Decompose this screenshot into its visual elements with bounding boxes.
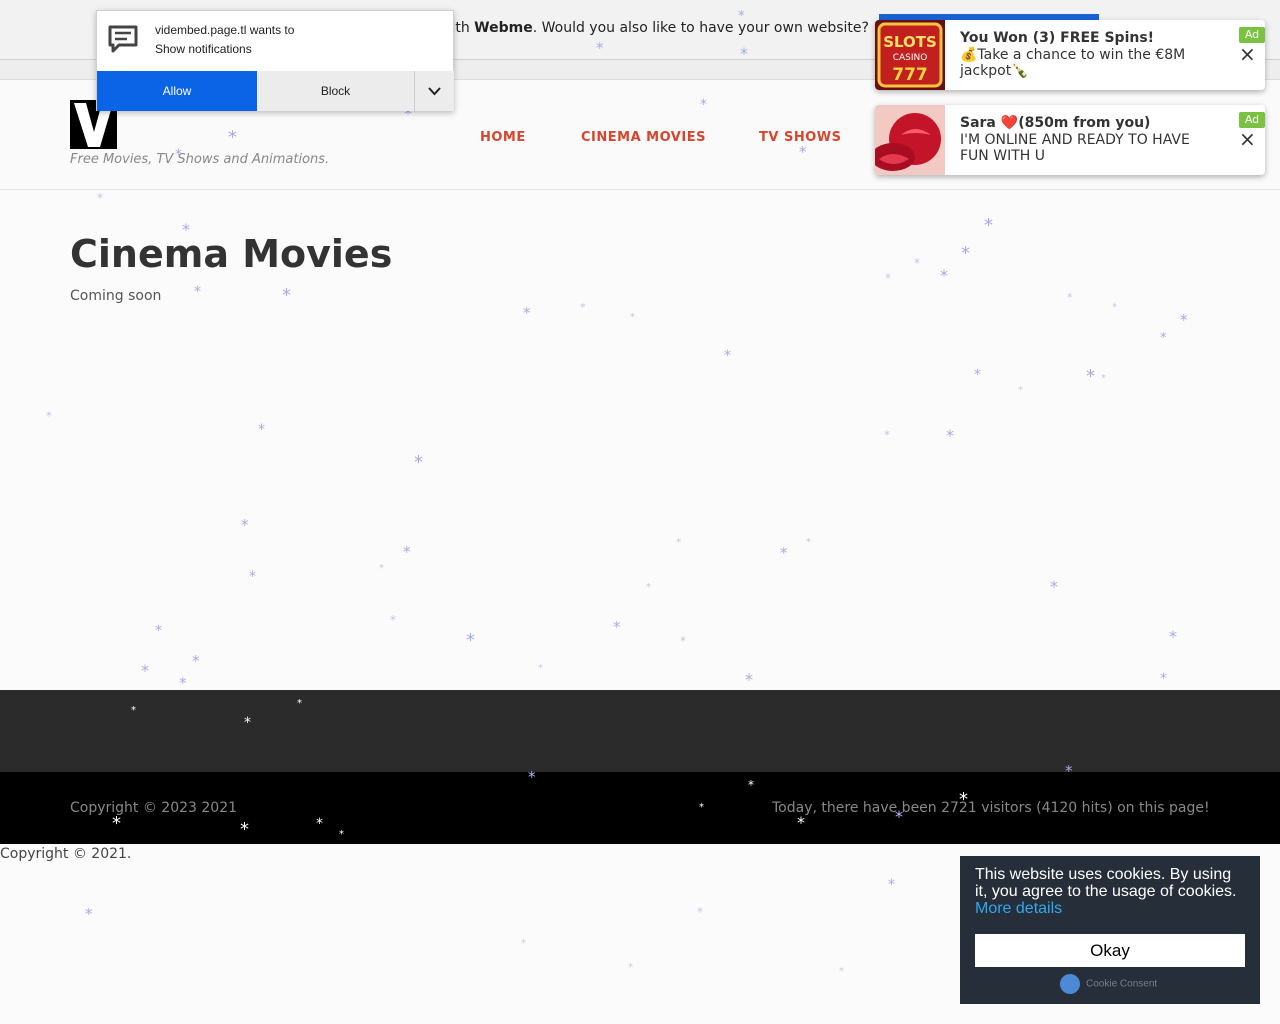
snowflake-icon: *	[888, 877, 895, 893]
snowflake-icon: *	[940, 266, 948, 285]
snowflake-icon: *	[580, 300, 586, 314]
cookie-brand-label: Cookie Consent	[1086, 978, 1158, 990]
notification-message: videmb​ed.page.tl wants to Show notifica…	[155, 21, 294, 59]
snowflake-icon: *	[390, 613, 396, 627]
notification-request-line: Show notifications	[155, 42, 252, 56]
close-icon[interactable]: ×	[1239, 44, 1256, 64]
close-icon[interactable]: ×	[1239, 129, 1256, 149]
cookie-message: This website uses cookies. By using it, …	[975, 866, 1237, 900]
slots-casino-icon: SLOTS CASINO 777	[875, 20, 945, 90]
more-options-button[interactable]	[415, 71, 454, 111]
snowflake-icon: *	[414, 452, 423, 473]
ad-body: 💰Take a chance to win the €8M jackpot🍾	[960, 47, 1186, 79]
snowflake-icon: *	[466, 630, 475, 651]
promo-suffix: . Would you also like to have your own w…	[532, 20, 869, 36]
snowflake-icon: *	[914, 256, 920, 270]
lips-photo-icon	[875, 105, 945, 175]
svg-text:SLOTS: SLOTS	[883, 33, 937, 51]
cookie-consent-banner: This website uses cookies. By using it, …	[960, 856, 1260, 1004]
footer-top	[0, 690, 1280, 772]
footer-copyright: Copyright © 2023 2021	[70, 800, 238, 816]
ad-card-dating[interactable]: Sara ❤️(850m from you) I'M ONLINE AND RE…	[875, 105, 1265, 175]
snowflake-icon: *	[780, 543, 788, 562]
bottom-copyright: Copyright © 2021.	[0, 846, 132, 862]
snowflake-icon: *	[628, 962, 633, 973]
site-tagline: Free Movies, TV Shows and Animations.	[70, 152, 330, 167]
snowflake-icon: *	[613, 617, 621, 636]
ad-badge: Ad	[1239, 112, 1265, 128]
snowflake-icon: *	[646, 582, 651, 593]
snowflake-icon: *	[1050, 577, 1058, 596]
promo-text: with Webme. Would you also like to have …	[440, 20, 869, 36]
promo-brand[interactable]: Webme	[474, 20, 533, 36]
okay-button[interactable]: Okay	[975, 934, 1245, 967]
snowflake-icon: *	[241, 515, 249, 534]
snowflake-icon: *	[97, 191, 103, 205]
svg-text:777: 777	[892, 65, 928, 85]
notification-site-line: videmb​ed.page.tl wants to	[155, 23, 295, 37]
snowflake-icon: *	[521, 938, 526, 949]
notification-permission-popup: videmb​ed.page.tl wants to Show notifica…	[96, 10, 454, 111]
snowflake-icon: *	[885, 271, 891, 285]
nav-tv-shows[interactable]: TV SHOWS	[759, 130, 841, 145]
page-text: Coming soon	[70, 288, 162, 304]
ad-body: I'M ONLINE AND READY TO HAVE FUN WITH U	[960, 132, 1190, 164]
snowflake-icon: *	[258, 422, 265, 438]
snowflake-icon: *	[141, 661, 149, 680]
more-details-link[interactable]: More details	[975, 900, 1062, 917]
snowflake-icon: *	[1067, 290, 1073, 304]
snowflake-icon: *	[984, 215, 993, 236]
snowflake-icon: *	[46, 409, 52, 423]
snowflake-icon: *	[179, 673, 187, 692]
page-title: Cinema Movies	[70, 232, 393, 276]
ad-card-spins[interactable]: SLOTS CASINO 777 You Won (3) FREE Spins!…	[875, 20, 1265, 90]
snowflake-icon: *	[839, 966, 844, 977]
snowflake-icon: *	[523, 303, 531, 322]
snowflake-icon: *	[1086, 366, 1095, 387]
snowflake-icon: *	[155, 623, 162, 639]
snowflake-icon: *	[676, 535, 682, 549]
footer-bottom: Copyright © 2023 2021 Today, there have …	[0, 772, 1280, 844]
snowflake-icon: *	[85, 904, 93, 923]
snowflake-icon: *	[379, 563, 384, 574]
snowflake-icon: *	[1160, 330, 1167, 346]
snowflake-icon: *	[724, 348, 731, 364]
cookie-text: This website uses cookies. By using it, …	[975, 866, 1247, 917]
visitor-counter: Today, there have been 2721 visitors (41…	[772, 800, 1210, 816]
snowflake-icon: *	[194, 284, 201, 300]
snowflake-icon: *	[192, 651, 200, 670]
snowflake-icon: *	[697, 905, 703, 919]
snowflake-icon: *	[1180, 310, 1188, 329]
chevron-down-icon	[428, 87, 441, 96]
snowflake-icon: *	[961, 243, 970, 264]
nav-home[interactable]: HOME	[480, 130, 526, 145]
snowflake-icon: *	[680, 634, 686, 648]
snowflake-icon: *	[403, 542, 411, 561]
snowflake-icon: *	[1112, 302, 1117, 313]
chat-bubble-icon	[108, 25, 138, 53]
snowflake-icon: *	[745, 670, 753, 689]
ad-title: You Won (3) FREE Spins!	[960, 30, 1155, 46]
snowflake-icon: *	[946, 426, 954, 445]
snowflake-icon: *	[1101, 373, 1106, 384]
svg-text:CASINO: CASINO	[893, 53, 928, 63]
snowflake-icon: *	[1169, 627, 1177, 646]
snowflake-icon: *	[282, 285, 291, 306]
snowflake-icon: *	[249, 569, 256, 585]
ad-badge: Ad	[1239, 27, 1265, 43]
snowflake-icon: *	[1018, 385, 1023, 396]
snowflake-icon: *	[884, 428, 890, 442]
block-button[interactable]: Block	[257, 71, 415, 111]
ad-title: Sara ❤️(850m from you)	[960, 115, 1151, 131]
cookie-consent-brand[interactable]: Cookie Consent	[1060, 974, 1157, 994]
allow-button[interactable]: Allow	[97, 71, 257, 111]
snowflake-icon: *	[974, 367, 981, 383]
cookie-icon	[1060, 974, 1080, 994]
nav-cinema-movies[interactable]: CINEMA MOVIES	[581, 130, 706, 145]
snowflake-icon: *	[630, 312, 635, 323]
snowflake-icon: *	[1160, 671, 1167, 687]
snowflake-icon: *	[806, 537, 811, 548]
snowflake-icon: *	[538, 663, 543, 674]
